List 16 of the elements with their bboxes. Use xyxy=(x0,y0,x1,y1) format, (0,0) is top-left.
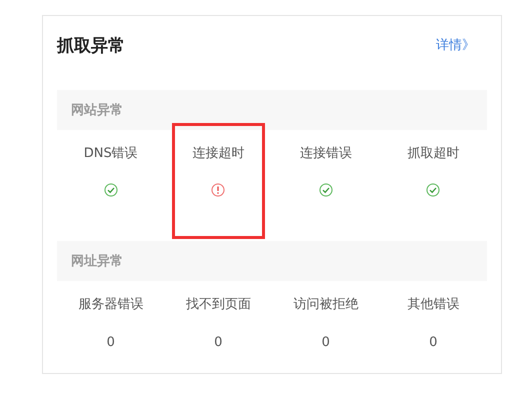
metric-label: DNS错误 xyxy=(84,145,138,163)
metric-label: 服务器错误 xyxy=(78,296,144,314)
metric-label: 抓取超时 xyxy=(407,145,460,163)
metric-value: 0 xyxy=(106,335,115,350)
metric-label: 访问被拒绝 xyxy=(293,296,358,314)
card-title: 抓取异常 xyxy=(57,35,125,57)
metric-label: 连接错误 xyxy=(300,145,352,163)
metric-label: 连接超时 xyxy=(192,145,244,163)
section-title: 网址异常 xyxy=(71,253,123,270)
metric-label: 其他错误 xyxy=(407,296,460,314)
metric-value: 0 xyxy=(429,335,438,350)
metric-value: 0 xyxy=(214,335,222,350)
section-title: 网站异常 xyxy=(71,102,123,119)
metric-value: 0 xyxy=(322,335,330,350)
metric-label: 找不到页面 xyxy=(186,296,251,314)
details-link[interactable]: 详情》 xyxy=(436,36,475,54)
